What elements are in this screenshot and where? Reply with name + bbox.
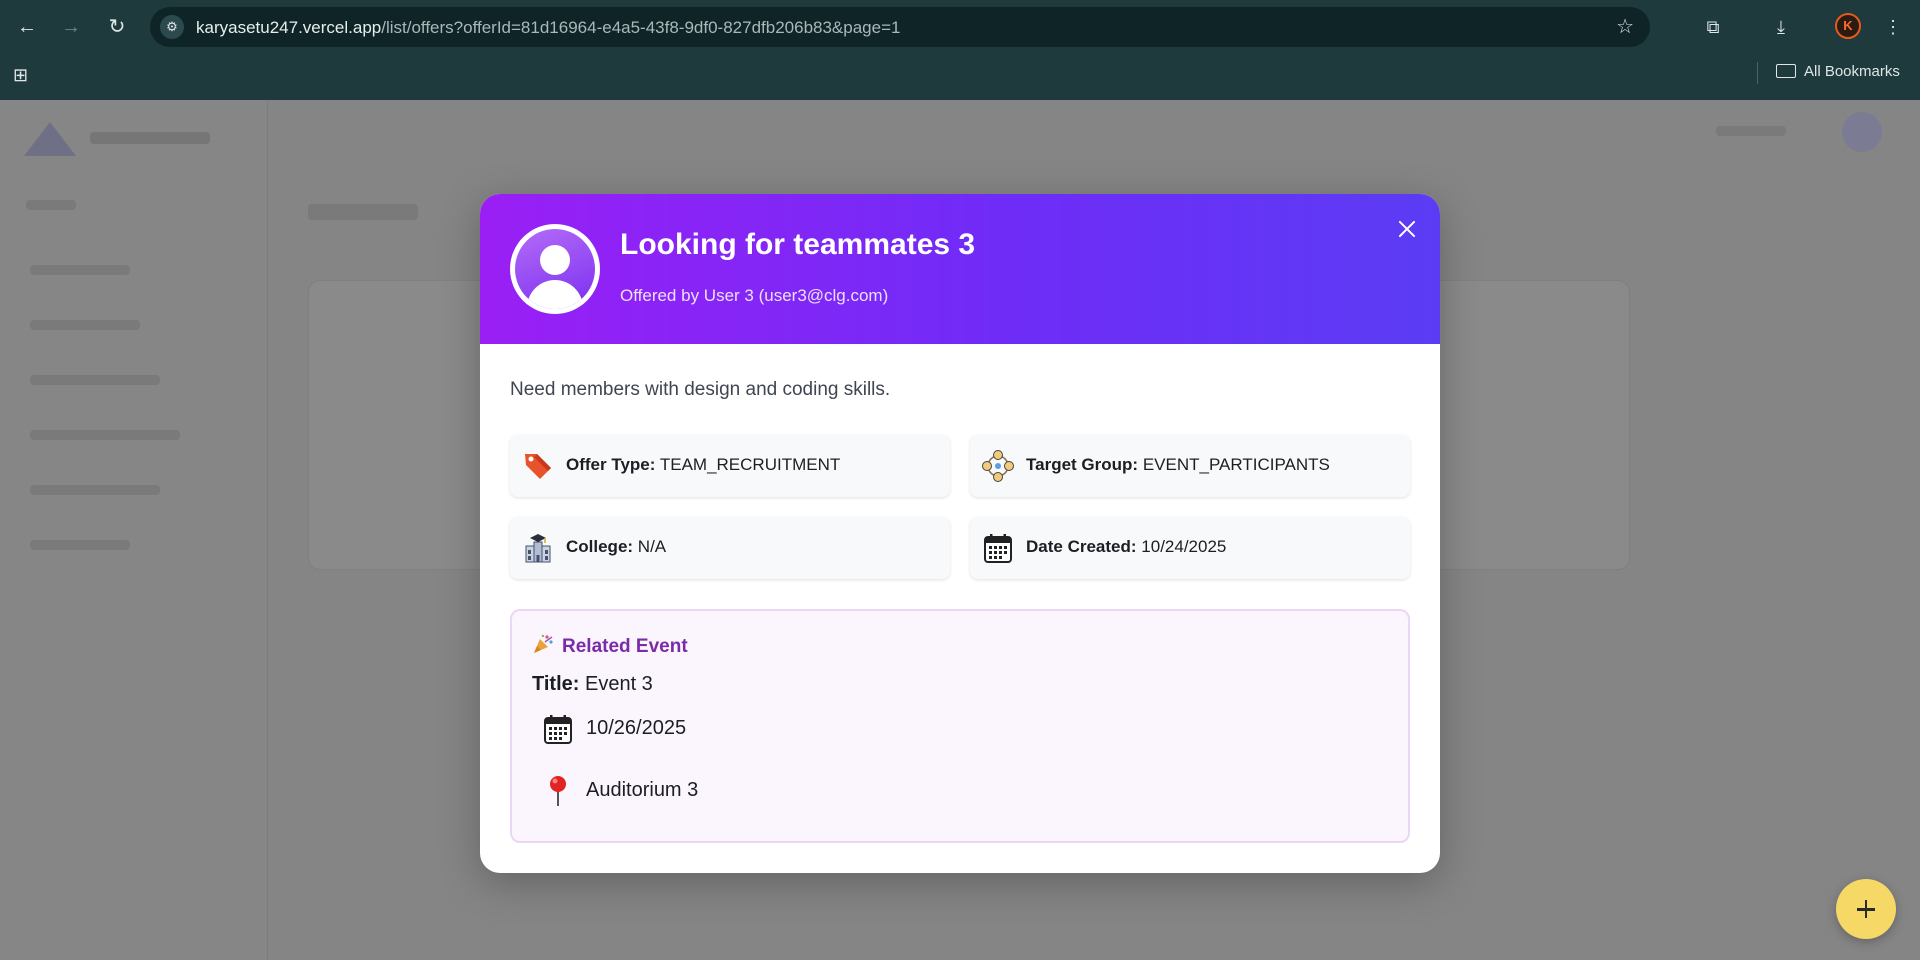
offer-type-label: Offer Type: [566,455,656,474]
bookmarks-separator [1757,62,1758,84]
offer-description: Need members with design and coding skil… [510,379,891,400]
event-date: 10/26/2025 [586,717,687,739]
profile-avatar[interactable]: K [1835,13,1861,39]
background-avatar [1842,112,1882,152]
background-text [1716,126,1786,136]
event-title-value: Event 3 [584,673,653,695]
background-text [30,375,160,385]
background-card [1410,280,1630,570]
extensions-icon[interactable]: ⧉ [1698,12,1728,42]
background-logo [24,120,214,156]
event-title: Title: Event 3 [532,673,653,696]
college-value: N/A [637,537,667,556]
calendar-icon [544,715,572,744]
reload-icon[interactable]: ↻ [102,12,132,42]
background-sidebar [0,100,268,960]
offered-by-text: Offered by User 3 (user3@clg.com) [620,286,889,305]
background-text [30,320,140,330]
download-icon[interactable]: ⤓ [1766,12,1796,42]
menu-dots-icon[interactable]: ⋮ [1878,12,1908,42]
event-title-label: Title: [532,673,580,695]
background-text [26,200,76,210]
offer-type-value: TEAM_RECRUITMENT [659,455,841,474]
calendar-icon [984,534,1012,563]
related-event-heading: Related Event [532,633,688,658]
offer-detail-modal: Looking for teammates 3 Offered by User … [480,194,1440,873]
target-group-value: EVENT_PARTICIPANTS [1142,455,1330,474]
offer-type-card: Offer Type: TEAM_RECRUITMENT [510,435,950,497]
folder-icon [1776,64,1796,78]
party-popper-icon [534,634,553,653]
address-bar[interactable]: ⚙ karyasetu247.vercel.app/list/offers?of… [150,7,1650,47]
pushpin-icon [550,776,566,806]
college-card: College: N/A [510,517,950,579]
target-group-card: Target Group: EVENT_PARTICIPANTS [970,435,1410,497]
apps-grid-icon[interactable]: ⊞ [13,64,35,86]
forward-icon[interactable]: → [56,12,86,42]
avatar [510,224,600,314]
user-icon [515,229,595,309]
url-path: /list/offers?offerId=81d16964-e4a5-43f8-… [381,18,901,37]
url-host: karyasetu247.vercel.app [196,18,382,37]
background-text [30,265,130,275]
group-icon [982,450,1014,482]
college-label: College: [566,537,634,556]
background-card [308,280,508,570]
close-icon[interactable] [1394,216,1420,242]
background-text [30,485,160,495]
date-created-text: Date Created: 10/24/2025 [1026,537,1226,557]
college-text: College: N/A [566,537,666,557]
offer-type-text: Offer Type: TEAM_RECRUITMENT [566,455,840,475]
related-event-section: Related Event Title: Event 3 10/26/2025 [510,609,1410,843]
date-created-label: Date Created: [1026,537,1137,556]
back-icon[interactable]: ← [12,12,42,42]
modal-title: Looking for teammates 3 [620,228,976,261]
background-text [30,540,130,550]
modal-header: Looking for teammates 3 Offered by User … [480,194,1440,344]
event-location: Auditorium 3 [586,779,699,801]
background-text [30,430,180,440]
url-text[interactable]: karyasetu247.vercel.app/list/offers?offe… [196,18,900,38]
tag-icon [525,454,551,479]
all-bookmarks-label: All Bookmarks [1804,63,1900,80]
date-created-card: Date Created: 10/24/2025 [970,517,1410,579]
date-created-value: 10/24/2025 [1141,537,1227,556]
site-info-icon[interactable]: ⚙ [160,15,184,39]
target-group-text: Target Group: EVENT_PARTICIPANTS [1026,455,1330,475]
background-heading [308,204,418,220]
bookmarks-bar [0,54,1920,100]
add-button[interactable] [1836,879,1896,939]
target-group-label: Target Group: [1026,455,1139,474]
bookmark-star-icon[interactable]: ☆ [1616,14,1634,39]
college-icon [525,534,551,563]
related-event-heading-text: Related Event [562,636,688,657]
all-bookmarks-button[interactable]: All Bookmarks [1776,63,1900,80]
